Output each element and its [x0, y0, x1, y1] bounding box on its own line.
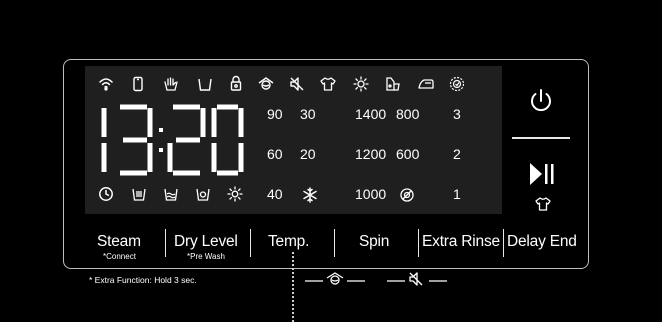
wash-combo-hint: [305, 271, 365, 287]
drum-clean-icon: [449, 76, 465, 92]
temp-button[interactable]: Temp.: [268, 233, 309, 251]
rinse-2: 2: [453, 146, 461, 162]
rinse-1: 1: [453, 186, 461, 202]
extra-function-note: * Extra Function: Hold 3 sec.: [89, 275, 197, 285]
bowl-icon: [195, 186, 211, 202]
hand-wash-icon: [163, 76, 179, 92]
delay-end-button[interactable]: Delay End: [507, 233, 577, 251]
steam-button[interactable]: Steam: [97, 233, 141, 251]
play-pause-icon: [530, 163, 554, 185]
temp-60: 60: [267, 146, 283, 162]
tub-icon: [197, 76, 213, 92]
spin-1400: 1400: [355, 106, 387, 122]
start-pause-button[interactable]: [527, 160, 557, 188]
divider: [165, 229, 166, 257]
snowflake-icon: [302, 187, 318, 203]
divider: [418, 229, 419, 257]
power-button[interactable]: [527, 87, 555, 115]
wifi-icon: [98, 76, 114, 92]
no-spin-icon: [399, 187, 415, 203]
mute-icon: [289, 76, 305, 92]
spin-button[interactable]: Spin: [359, 233, 389, 251]
iron-icon: [418, 76, 434, 92]
temp-dotted-line: [292, 252, 294, 322]
time-display: [101, 104, 244, 176]
basin-icon: [163, 186, 179, 202]
temp-40: 40: [267, 186, 283, 202]
rinse-3: 3: [453, 106, 461, 122]
shirt-small-icon: [535, 196, 551, 211]
wash-icon: [258, 76, 274, 92]
divider: [334, 229, 335, 257]
steam-sub-label: *Connect: [103, 252, 136, 261]
power-icon: [531, 89, 551, 112]
clock-icon: [98, 186, 114, 202]
divider: [250, 229, 251, 257]
spin-1000: 1000: [355, 186, 387, 202]
bright-icon: [353, 76, 369, 92]
sun-icon: [227, 186, 243, 202]
spin-600: 600: [396, 146, 420, 162]
spin-1200: 1200: [355, 146, 387, 162]
temp-90: 90: [267, 106, 283, 122]
temp-20: 20: [300, 146, 316, 162]
side-divider: [512, 137, 570, 139]
temp-30: 30: [300, 106, 316, 122]
extra-rinse-button[interactable]: Extra Rinse: [422, 233, 500, 251]
divider: [503, 229, 504, 257]
mute-combo-hint: [387, 271, 447, 287]
phone-icon: [130, 76, 146, 92]
dry-level-button[interactable]: Dry Level: [174, 233, 238, 251]
shirt-icon: [320, 76, 336, 92]
spin-800: 800: [396, 106, 420, 122]
lock-icon: [228, 75, 244, 91]
dispenser-icon: [385, 76, 401, 92]
tub-lines-icon: [131, 186, 147, 202]
dry-level-sub-label: *Pre Wash: [187, 252, 225, 261]
